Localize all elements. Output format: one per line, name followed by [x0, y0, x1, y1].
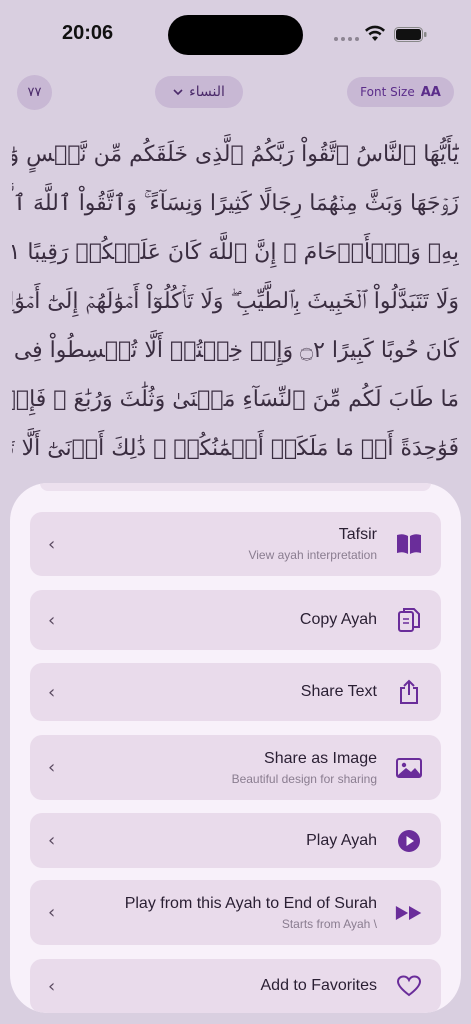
copy-icon	[395, 606, 423, 634]
surah-selector[interactable]: النساء	[155, 76, 243, 108]
chevron-left-icon: ‹	[48, 757, 56, 778]
tafsir-button[interactable]: ‹ Tafsir View ayah interpretation	[30, 512, 441, 576]
heart-icon	[395, 972, 423, 1000]
add-to-favorites-button[interactable]: ‹ Add to Favorites	[30, 959, 441, 1013]
cellular-signal-icon	[334, 37, 359, 41]
chevron-down-icon	[173, 88, 183, 95]
quran-line[interactable]: زَوۡجَهَا وَبَثَّ مِنۡهُمَا رِجَالًا كَث…	[12, 179, 459, 228]
font-size-button[interactable]: Font Size AA	[347, 77, 454, 107]
image-icon	[395, 754, 423, 782]
play-ayah-button[interactable]: ‹ Play Ayah	[30, 813, 441, 868]
status-time: 20:06	[62, 22, 114, 44]
action-title: Share Text	[300, 683, 377, 700]
action-title: Tafsir	[338, 526, 377, 543]
chevron-left-icon: ‹	[48, 609, 56, 631]
quran-line[interactable]: مَا طَابَ لَكُم مِّنَ ٱلنِّسَآءِ مَثۡنَى…	[12, 375, 459, 424]
fast-forward-icon	[395, 899, 423, 927]
action-subtitle: Starts from Ayah \	[281, 916, 377, 931]
action-title: Copy Ayah	[299, 611, 377, 628]
copy-ayah-button[interactable]: ‹ Copy Ayah	[30, 590, 441, 650]
chevron-left-icon: ‹	[48, 975, 56, 997]
quran-line[interactable]: بِهِۦ وَٱلۡأَرۡحَامَ ۚ إِنَّ ٱللَّهَ كَا…	[12, 228, 459, 277]
sheet-edge	[40, 483, 431, 491]
font-size-label: Font Size	[360, 85, 415, 99]
page-number: ٧٧	[27, 85, 42, 100]
chevron-left-icon: ‹	[48, 902, 56, 923]
share-text-button[interactable]: ‹ Share Text	[30, 663, 441, 721]
dynamic-island	[168, 15, 303, 55]
action-subtitle: Beautiful design for sharing	[231, 771, 377, 786]
page-number-badge[interactable]: ٧٧	[17, 75, 52, 110]
wifi-icon	[365, 25, 385, 41]
action-subtitle: View ayah interpretation	[248, 548, 377, 562]
action-title: Add to Favorites	[260, 977, 378, 994]
action-title: Play from this Ayah to End of Surah	[124, 894, 377, 912]
text-size-icon: AA	[420, 84, 441, 100]
play-to-end-of-surah-button[interactable]: ‹ Play from this Ayah to End of Surah St…	[30, 880, 441, 945]
chevron-left-icon: ‹	[48, 830, 56, 851]
play-icon	[395, 827, 423, 855]
share-as-image-button[interactable]: ‹ Share as Image Beautiful design for sh…	[30, 735, 441, 800]
status-bar: 20:06	[0, 0, 471, 70]
action-title: Share as Image	[264, 749, 377, 767]
share-icon	[395, 678, 423, 706]
quran-line[interactable]: كَانَ حُوبًا كَبِيرًا ۝٢ وَإِنۡ خِفۡتُمۡ…	[12, 326, 459, 375]
quran-text[interactable]: يَٰٓأَيُّهَا ٱلنَّاسُ ٱتَّقُواْ رَبَّكُم…	[12, 130, 459, 473]
surah-name: النساء	[189, 84, 225, 100]
chevron-left-icon: ‹	[48, 533, 56, 555]
quran-line[interactable]: فَوَٰحِدَةً أَوۡ مَا مَلَكَتۡ أَيۡمَٰنُك…	[12, 424, 459, 473]
quran-line[interactable]: وَلَا تَتَبَدَّلُواْ ٱلۡخَبِيثَ بِٱلطَّي…	[12, 277, 459, 326]
quran-line[interactable]: يَٰٓأَيُّهَا ٱلنَّاسُ ٱتَّقُواْ رَبَّكُم…	[12, 130, 459, 179]
battery-icon	[394, 27, 427, 42]
ayah-actions-sheet: ‹ Tafsir View ayah interpretation ‹ Copy…	[10, 483, 461, 1013]
book-icon	[395, 530, 423, 558]
chevron-left-icon: ‹	[48, 681, 56, 703]
action-title: Play Ayah	[306, 831, 377, 849]
